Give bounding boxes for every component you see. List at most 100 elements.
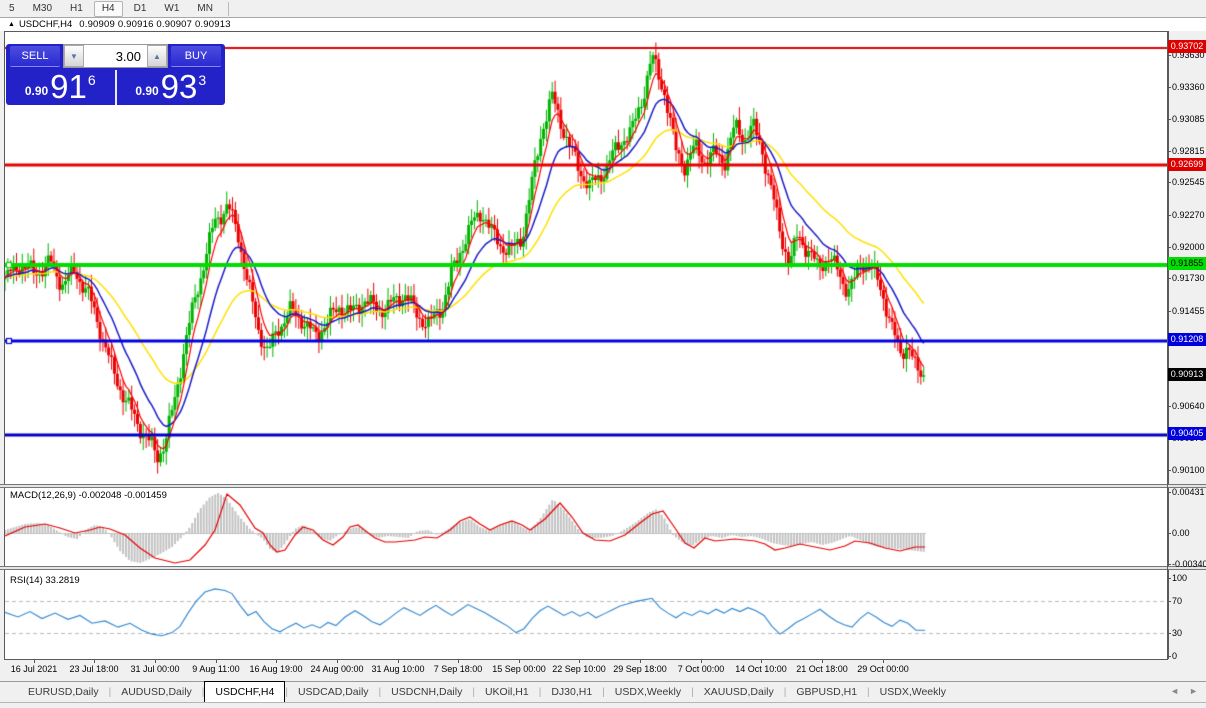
price-tick-mark <box>1167 278 1171 279</box>
date-axis[interactable]: 16 Jul 2021 23 Jul 18:00 31 Jul 00:00 9 Aug… <box>0 660 1206 680</box>
tab-audusd-daily[interactable]: AUDUSD,Daily <box>111 683 202 702</box>
toolbar-divider <box>228 2 229 16</box>
tab-usdx-weekly[interactable]: USDX,Weekly <box>870 683 956 702</box>
date-tick-label: 7 Sep 18:00 <box>434 664 483 674</box>
volume-decrease-icon[interactable]: ▼ <box>64 45 84 67</box>
price-level-badge: 0.91855 <box>1168 257 1206 270</box>
buy-price-pip: 3 <box>198 72 206 88</box>
sell-button[interactable]: SELL <box>10 46 60 67</box>
tab-usdchf-h4[interactable]: USDCHF,H4 <box>204 681 285 702</box>
price-level-badge: 0.90405 <box>1168 427 1206 440</box>
price-tick-mark <box>1167 215 1171 216</box>
sell-price[interactable]: 0.90 91 6 <box>6 69 115 105</box>
trading-platform-window: 5M30H1H4D1W1MN ▲ USDCHF,H4 0.90909 0.909… <box>0 0 1206 708</box>
date-tick-label: 15 Sep 00:00 <box>492 664 546 674</box>
timeframe-h4[interactable]: H4 <box>94 1 123 17</box>
tab-eurusd-daily[interactable]: EURUSD,Daily <box>18 683 109 702</box>
timeframe-w1[interactable]: W1 <box>157 1 186 17</box>
price-tick-label: 0.90640 <box>1172 401 1205 411</box>
price-tick-label: 0.92000 <box>1172 242 1205 252</box>
volume-stepper: ▼ ▲ <box>63 44 168 68</box>
tab-gbpusd-h1[interactable]: GBPUSD,H1 <box>786 683 867 702</box>
date-tick-mark <box>276 660 277 663</box>
price-tick-mark <box>1167 247 1171 248</box>
price-tick-label: 0.90100 <box>1172 465 1205 475</box>
tab-ukoil-h1[interactable]: UKOil,H1 <box>475 683 539 702</box>
date-tick-label: 31 Jul 00:00 <box>130 664 179 674</box>
tab-scroll-nav: ◄ ► <box>1170 686 1198 696</box>
tab-usdcnh-daily[interactable]: USDCNH,Daily <box>381 683 472 702</box>
price-tick-label: 0.93360 <box>1172 82 1205 92</box>
indicator-tick-label: -0.003405 <box>1172 559 1206 569</box>
macd-label: MACD(12,26,9) -0.002048 -0.001459 <box>10 490 167 501</box>
tab-usdcad-daily[interactable]: USDCAD,Daily <box>288 683 379 702</box>
indicator-tick-label: 0.00431 <box>1172 487 1205 497</box>
indicator-tick-label: 30 <box>1172 628 1182 638</box>
price-level-badge: 0.90913 <box>1168 368 1206 381</box>
date-tick-label: 23 Jul 18:00 <box>69 664 118 674</box>
price-tick-mark <box>1167 55 1171 56</box>
price-tick-mark <box>1167 406 1171 407</box>
indicator-tick-mark <box>1167 492 1171 493</box>
date-tick-label: 7 Oct 00:00 <box>678 664 725 674</box>
tab-scroll-right-icon[interactable]: ► <box>1189 686 1198 696</box>
volume-increase-icon[interactable]: ▲ <box>147 45 167 67</box>
timeframe-mn[interactable]: MN <box>190 1 220 17</box>
date-tick-mark <box>34 660 35 663</box>
date-tick-label: 29 Sep 18:00 <box>613 664 667 674</box>
price-tick-mark <box>1167 470 1171 471</box>
date-tick-mark <box>640 660 641 663</box>
tab-xauusd-daily[interactable]: XAUUSD,Daily <box>694 683 784 702</box>
timeframe-d1[interactable]: D1 <box>127 1 154 17</box>
price-tick-mark <box>1167 182 1171 183</box>
tab-dj30-h1[interactable]: DJ30,H1 <box>541 683 602 702</box>
sell-price-prefix: 0.90 <box>25 84 48 98</box>
date-tick-label: 16 Aug 19:00 <box>249 664 302 674</box>
ohlc-quote: 0.90909 0.90916 0.90907 0.90913 <box>79 19 230 30</box>
price-tick-label: 0.91455 <box>1172 306 1205 316</box>
tab-usdx-weekly[interactable]: USDX,Weekly <box>605 683 691 702</box>
indicator-tick-mark <box>1167 633 1171 634</box>
date-tick-mark <box>761 660 762 663</box>
volume-input[interactable] <box>84 45 147 67</box>
indicator-tick-label: 0.00 <box>1172 528 1190 538</box>
date-tick-label: 31 Aug 10:00 <box>371 664 424 674</box>
one-click-trade-panel: SELL ▼ ▲ BUY 0.90 91 6 0.90 93 3 <box>6 44 225 105</box>
price-tick-mark <box>1167 311 1171 312</box>
date-tick-label: 9 Aug 11:00 <box>192 664 239 674</box>
timeframe-buttons: 5M30H1H4D1W1MN <box>0 1 222 17</box>
timeframe-5[interactable]: 5 <box>2 1 22 17</box>
date-tick-mark <box>519 660 520 663</box>
timeframe-h1[interactable]: H1 <box>63 1 90 17</box>
date-tick-label: 22 Sep 10:00 <box>552 664 606 674</box>
buy-price-prefix: 0.90 <box>135 84 158 98</box>
buy-price[interactable]: 0.90 93 3 <box>117 69 226 105</box>
indicator-tick-label: 100 <box>1172 573 1187 583</box>
date-tick-label: 14 Oct 10:00 <box>735 664 787 674</box>
rsi-panel-canvas[interactable] <box>4 570 1169 659</box>
date-tick-label: 24 Aug 00:00 <box>310 664 363 674</box>
indicator-tick-mark <box>1167 578 1171 579</box>
date-tick-mark <box>458 660 459 663</box>
macd-name: MACD(12,26,9) <box>10 490 76 501</box>
tab-scroll-left-icon[interactable]: ◄ <box>1170 686 1179 696</box>
price-tick-mark <box>1167 151 1171 152</box>
date-tick-mark <box>155 660 156 663</box>
date-tick-label: 21 Oct 18:00 <box>796 664 848 674</box>
timeframe-toolbar: 5M30H1H4D1W1MN <box>0 0 1206 18</box>
buy-button[interactable]: BUY <box>171 46 221 67</box>
timeframe-m30[interactable]: M30 <box>26 1 59 17</box>
price-tick-label: 0.91730 <box>1172 273 1205 283</box>
macd-values: -0.002048 -0.001459 <box>79 490 167 501</box>
rsi-name: RSI(14) <box>10 575 43 586</box>
date-tick-label: 16 Jul 2021 <box>11 664 58 674</box>
collapse-chart-icon[interactable]: ▲ <box>8 21 15 28</box>
date-tick-mark <box>94 660 95 663</box>
indicator-tick-mark <box>1167 601 1171 602</box>
rsi-value: 33.2819 <box>45 575 79 586</box>
rsi-label: RSI(14) 33.2819 <box>10 575 80 586</box>
price-tick-label: 0.92270 <box>1172 210 1205 220</box>
macd-panel-canvas[interactable] <box>4 488 1169 566</box>
sell-price-big: 91 <box>50 72 87 102</box>
price-level-badge: 0.93702 <box>1168 40 1206 53</box>
